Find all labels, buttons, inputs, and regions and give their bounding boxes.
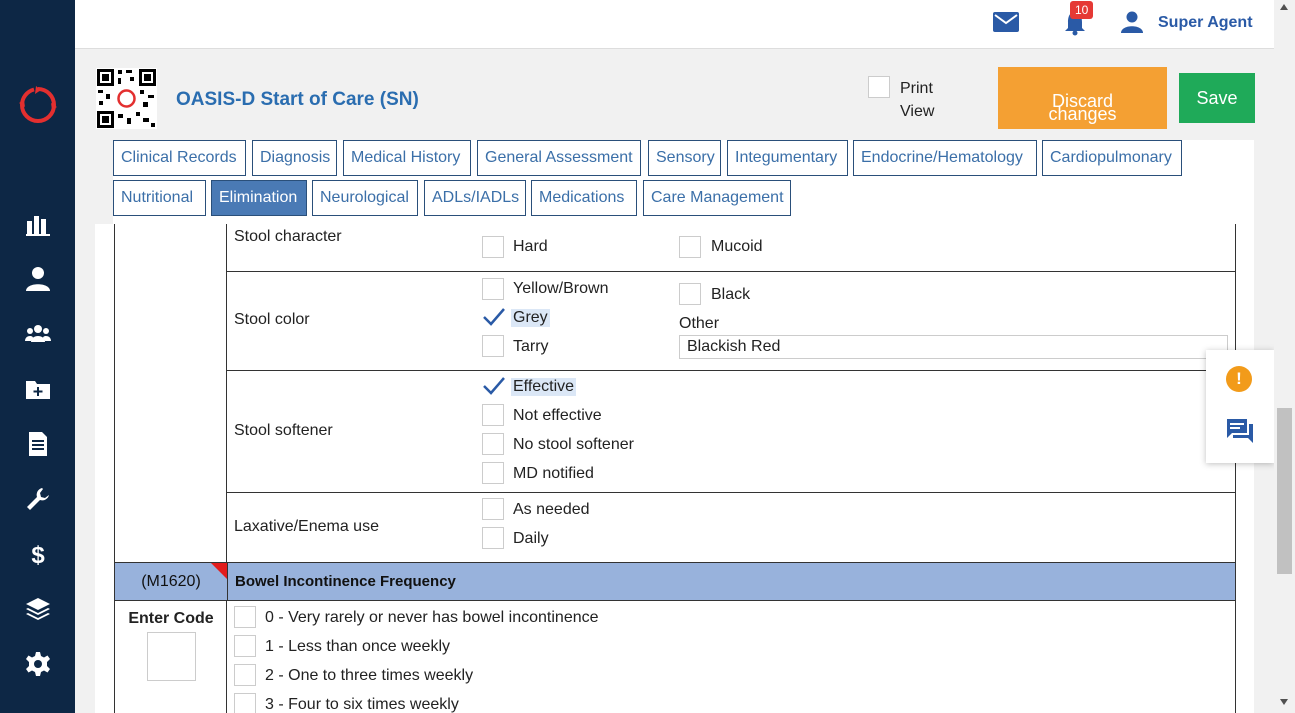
patient-icon[interactable] — [24, 265, 52, 293]
laxative-enema-row: Laxative/Enema use As needed Daily — [227, 493, 1236, 563]
top-bar: 10 Super Agent — [75, 0, 1274, 49]
chat-icon[interactable] — [1226, 418, 1254, 444]
enter-code-label: Enter Code — [128, 610, 214, 627]
m1620-section-header: (M1620) Bowel Incontinence Frequency — [114, 562, 1236, 601]
sidebar: $ — [0, 0, 75, 713]
mucoid-checkbox[interactable] — [679, 236, 701, 258]
yellow-brown-label: Yellow/Brown — [513, 280, 609, 297]
tab-adls-iadls[interactable]: ADLs/IADLs — [424, 180, 526, 216]
no-stool-softener-checkbox[interactable] — [482, 433, 504, 455]
laxative-enema-label: Laxative/Enema use — [234, 518, 379, 535]
qr-code-icon — [96, 68, 157, 129]
m1620-option-1-label: 1 - Less than once weekly — [265, 638, 450, 655]
tab-sensory[interactable]: Sensory — [648, 140, 721, 176]
m1620-title: Bowel Incontinence Frequency — [235, 573, 456, 590]
layers-icon[interactable] — [24, 595, 52, 623]
md-notified-label: MD notified — [513, 465, 594, 482]
not-effective-checkbox[interactable] — [482, 404, 504, 426]
scroll-thumb[interactable] — [1277, 408, 1292, 574]
tab-integumentary[interactable]: Integumentary — [727, 140, 848, 176]
m1620-option-1-checkbox[interactable] — [234, 635, 256, 657]
svg-text:$: $ — [31, 542, 45, 567]
grey-checkbox[interactable] — [482, 306, 506, 328]
tab-cardiopulmonary[interactable]: Cardiopulmonary — [1042, 140, 1182, 176]
m1620-option-2-checkbox[interactable] — [234, 664, 256, 686]
m1620-option-3-checkbox[interactable] — [234, 693, 256, 713]
tab-clinical-records[interactable]: Clinical Records — [113, 140, 246, 176]
m1620-option-2-label: 2 - One to three times weekly — [265, 667, 474, 684]
scroll-up-arrow-icon[interactable] — [1280, 4, 1288, 10]
hard-label: Hard — [513, 238, 548, 255]
mucoid-label: Mucoid — [711, 238, 763, 255]
stool-character-label: Stool character — [234, 228, 342, 245]
billing-dollar-icon[interactable]: $ — [24, 540, 52, 568]
m1620-option-3-label: 3 - Four to six times weekly — [265, 696, 459, 713]
as-needed-label: As needed — [513, 501, 590, 518]
tab-medical-history[interactable]: Medical History — [343, 140, 471, 176]
form-header: OASIS-D Start of Care (SN) Print View Di… — [75, 49, 1274, 145]
tab-general-assessment[interactable]: General Assessment — [477, 140, 641, 176]
m1620-option-0-checkbox[interactable] — [234, 606, 256, 628]
tab-medications[interactable]: Medications — [531, 180, 637, 216]
no-stool-softener-label: No stool softener — [513, 436, 634, 453]
m1620-code-column: Enter Code — [114, 600, 227, 713]
effective-checkbox[interactable] — [482, 375, 506, 397]
wrench-icon[interactable] — [24, 485, 52, 513]
stool-color-label: Stool color — [234, 311, 310, 328]
add-folder-icon[interactable] — [24, 375, 52, 403]
team-icon[interactable] — [24, 320, 52, 348]
m1620-options: 0 - Very rarely or never has bowel incon… — [227, 600, 1236, 713]
hard-checkbox[interactable] — [482, 236, 504, 258]
other-color-input[interactable]: Blackish Red — [679, 335, 1228, 359]
user-icon[interactable] — [1121, 11, 1143, 33]
dashboard-chart-icon[interactable] — [24, 210, 52, 238]
yellow-brown-checkbox[interactable] — [482, 278, 504, 300]
mail-icon[interactable] — [993, 12, 1019, 32]
effective-label: Effective — [511, 378, 577, 396]
tab-diagnosis[interactable]: Diagnosis — [252, 140, 337, 176]
section-tabs: Clinical Records Diagnosis Medical Histo… — [113, 140, 1254, 224]
md-notified-checkbox[interactable] — [482, 462, 504, 484]
print-view-checkbox[interactable] — [868, 76, 890, 98]
discard-changes-button[interactable]: Discard changes — [998, 67, 1167, 129]
form-content: Stool character Hard Mucoid Stool color … — [95, 224, 1254, 713]
grey-label: Grey — [511, 309, 550, 327]
stool-softener-label: Stool softener — [234, 422, 333, 439]
settings-gear-icon[interactable] — [24, 650, 52, 678]
tab-care-management[interactable]: Care Management — [643, 180, 791, 216]
other-label: Other — [679, 315, 720, 332]
tab-elimination[interactable]: Elimination — [211, 180, 307, 216]
page-scrollbar[interactable] — [1274, 0, 1295, 713]
alert-icon[interactable]: ! — [1226, 366, 1252, 392]
tarry-label: Tarry — [513, 338, 549, 355]
tab-neurological[interactable]: Neurological — [312, 180, 418, 216]
scroll-down-arrow-icon[interactable] — [1280, 699, 1288, 705]
enter-code-input[interactable] — [147, 632, 196, 681]
user-name[interactable]: Super Agent — [1158, 14, 1253, 32]
tarry-checkbox[interactable] — [482, 335, 504, 357]
floating-action-panel: ! — [1206, 350, 1274, 463]
not-effective-label: Not effective — [513, 407, 602, 424]
m1620-option-0-label: 0 - Very rarely or never has bowel incon… — [265, 609, 599, 626]
flag-icon — [211, 563, 227, 579]
app-logo-icon[interactable] — [19, 86, 57, 124]
stool-softener-row: Stool softener Effective Not effective N… — [227, 371, 1236, 493]
black-checkbox[interactable] — [679, 283, 701, 305]
tab-nutritional[interactable]: Nutritional — [113, 180, 206, 216]
save-button[interactable]: Save — [1179, 73, 1255, 123]
left-column — [114, 224, 227, 564]
print-view-label[interactable]: Print View — [900, 77, 934, 123]
tab-endocrine-hematology[interactable]: Endocrine/Hematology — [853, 140, 1037, 176]
black-label: Black — [711, 286, 751, 303]
as-needed-checkbox[interactable] — [482, 498, 504, 520]
form-title: OASIS-D Start of Care (SN) — [176, 89, 419, 110]
stool-color-row: Stool color Yellow/Brown Grey Tarry Blac… — [227, 272, 1236, 371]
notification-badge: 10 — [1070, 1, 1094, 19]
document-icon[interactable] — [24, 430, 52, 458]
daily-checkbox[interactable] — [482, 527, 504, 549]
daily-label: Daily — [513, 530, 549, 547]
stool-character-row: Stool character Hard Mucoid — [227, 224, 1236, 272]
